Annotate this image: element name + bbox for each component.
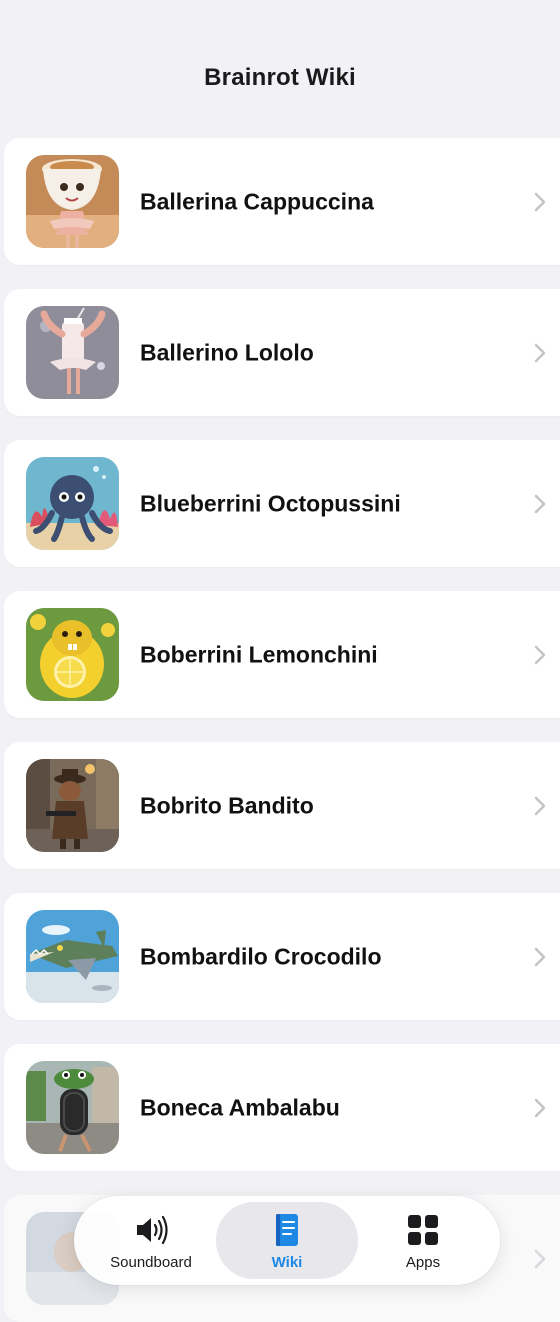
boberrini-lemonchini-thumbnail <box>26 608 119 701</box>
navigation-header: Brainrot Wiki <box>0 0 560 92</box>
list-item[interactable]: Bobrito Bandito <box>4 742 560 869</box>
page-title: Brainrot Wiki <box>204 64 356 91</box>
chevron-right-icon <box>534 947 546 966</box>
item-label: Ballerina Cappuccina <box>140 188 374 214</box>
tab-wiki[interactable]: Wiki <box>216 1202 358 1279</box>
chevron-right-icon <box>534 796 546 815</box>
chevron-right-icon <box>534 1098 546 1117</box>
book-icon <box>276 1214 298 1246</box>
list-item[interactable]: Boneca Ambalabu <box>4 1044 560 1171</box>
ballerino-lololo-thumbnail <box>26 306 119 399</box>
chevron-right-icon <box>534 343 546 362</box>
bombardilo-crocodilo-thumbnail <box>26 910 119 1003</box>
item-label: Boneca Ambalabu <box>140 1094 340 1120</box>
bobrito-bandito-thumbnail <box>26 759 119 852</box>
tab-soundboard[interactable]: Soundboard <box>80 1202 222 1279</box>
chevron-right-icon <box>534 192 546 211</box>
item-label: Blueberrini Octopussini <box>140 490 401 516</box>
list-item[interactable]: Ballerina Cappuccina <box>4 138 560 265</box>
item-label: Ballerino Lololo <box>140 339 314 365</box>
boneca-ambalabu-thumbnail <box>26 1061 119 1154</box>
wiki-list: Ballerina Cappuccina Ballerino Lololo Bl… <box>0 0 560 1322</box>
blueberrini-octopussini-thumbnail <box>26 457 119 550</box>
ballerina-cappuccina-thumbnail <box>26 155 119 248</box>
chevron-right-icon <box>534 645 546 664</box>
list-item[interactable]: Boberrini Lemonchini <box>4 591 560 718</box>
item-label: Boberrini Lemonchini <box>140 641 378 667</box>
grid-icon <box>408 1215 438 1245</box>
list-item[interactable]: Blueberrini Octopussini <box>4 440 560 567</box>
chevron-right-icon <box>534 1249 546 1268</box>
item-label: Bobrito Bandito <box>140 792 314 818</box>
speaker-wave-icon <box>137 1215 168 1245</box>
list-item[interactable]: Bombardilo Crocodilo <box>4 893 560 1020</box>
item-label: Bombardilo Crocodilo <box>140 943 382 969</box>
tab-label: Soundboard <box>110 1254 192 1271</box>
tab-apps[interactable]: Apps <box>352 1202 494 1279</box>
tab-bar: Soundboard Wiki Apps <box>74 1196 500 1285</box>
tab-label: Wiki <box>271 1254 303 1271</box>
list-item[interactable]: Ballerino Lololo <box>4 289 560 416</box>
chevron-right-icon <box>534 494 546 513</box>
tab-label: Apps <box>405 1254 441 1271</box>
